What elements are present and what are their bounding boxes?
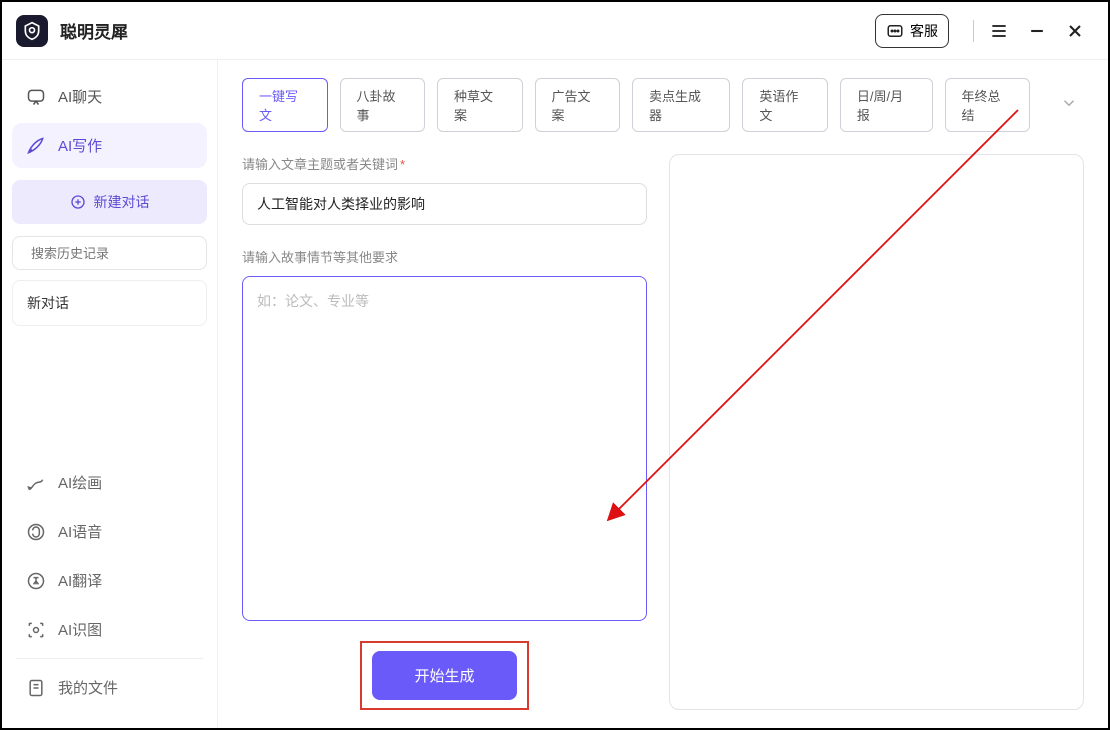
chip-ad-copy[interactable]: 广告文案 (535, 78, 621, 132)
sidebar-item-label: AI识图 (58, 619, 102, 640)
history-item[interactable]: 新对话 (12, 280, 207, 326)
close-icon[interactable] (1064, 20, 1086, 42)
sidebar-item-label: AI绘画 (58, 472, 102, 493)
topic-input[interactable] (242, 183, 647, 225)
sidebar: AI聊天 AI写作 新建对话 新对话 AI绘画 AI语音 (2, 60, 218, 728)
chip-selling-point-generator[interactable]: 卖点生成器 (632, 78, 730, 132)
sidebar-item-label: AI写作 (58, 135, 102, 156)
titlebar-divider (973, 20, 974, 42)
detail-label: 请输入故事情节等其他要求 (242, 247, 647, 266)
expand-chips-button[interactable] (1054, 88, 1084, 123)
sidebar-item-ai-translate[interactable]: AI翻译 (12, 558, 207, 603)
minimize-icon[interactable] (1026, 20, 1048, 42)
required-asterisk: * (400, 157, 405, 172)
sidebar-item-label: AI语音 (58, 521, 102, 542)
template-chips-row: 一键写文 八卦故事 种草文案 广告文案 卖点生成器 英语作文 日/周/月报 年终… (242, 78, 1084, 132)
new-chat-label: 新建对话 (94, 192, 150, 212)
chip-gossip-story[interactable]: 八卦故事 (340, 78, 426, 132)
output-panel (669, 154, 1084, 710)
menu-icon[interactable] (988, 20, 1010, 42)
generate-button-highlight-box: 开始生成 (360, 641, 528, 710)
sidebar-item-my-files[interactable]: 我的文件 (12, 665, 207, 710)
sidebar-item-ai-drawing[interactable]: AI绘画 (12, 460, 207, 505)
app-title: 聪明灵犀 (60, 18, 128, 43)
sidebar-item-label: AI聊天 (58, 86, 102, 107)
chip-year-end-summary[interactable]: 年终总结 (945, 78, 1031, 132)
chip-one-click-writing[interactable]: 一键写文 (242, 78, 328, 132)
search-input[interactable] (31, 246, 207, 261)
chevron-down-icon (1060, 94, 1078, 112)
sidebar-item-ai-image-recognition[interactable]: AI识图 (12, 607, 207, 652)
sidebar-item-ai-chat[interactable]: AI聊天 (12, 74, 207, 119)
app-logo (16, 15, 48, 47)
sidebar-item-label: AI翻译 (58, 570, 102, 591)
search-history[interactable] (12, 236, 207, 270)
customer-support-button[interactable]: 客服 (875, 14, 949, 48)
sidebar-item-ai-writing[interactable]: AI写作 (12, 123, 207, 168)
main-content: 一键写文 八卦故事 种草文案 广告文案 卖点生成器 英语作文 日/周/月报 年终… (218, 60, 1108, 728)
topic-label: 请输入文章主题或者关键词* (242, 154, 647, 173)
customer-support-label: 客服 (910, 21, 938, 41)
sidebar-item-ai-voice[interactable]: AI语音 (12, 509, 207, 554)
sidebar-item-label: 我的文件 (58, 677, 118, 698)
generate-button[interactable]: 开始生成 (372, 651, 516, 700)
chip-product-review-copy[interactable]: 种草文案 (437, 78, 523, 132)
detail-textarea[interactable] (243, 277, 646, 620)
chip-report[interactable]: 日/周/月报 (840, 78, 933, 132)
new-chat-button[interactable]: 新建对话 (12, 180, 207, 224)
chip-english-essay[interactable]: 英语作文 (742, 78, 828, 132)
